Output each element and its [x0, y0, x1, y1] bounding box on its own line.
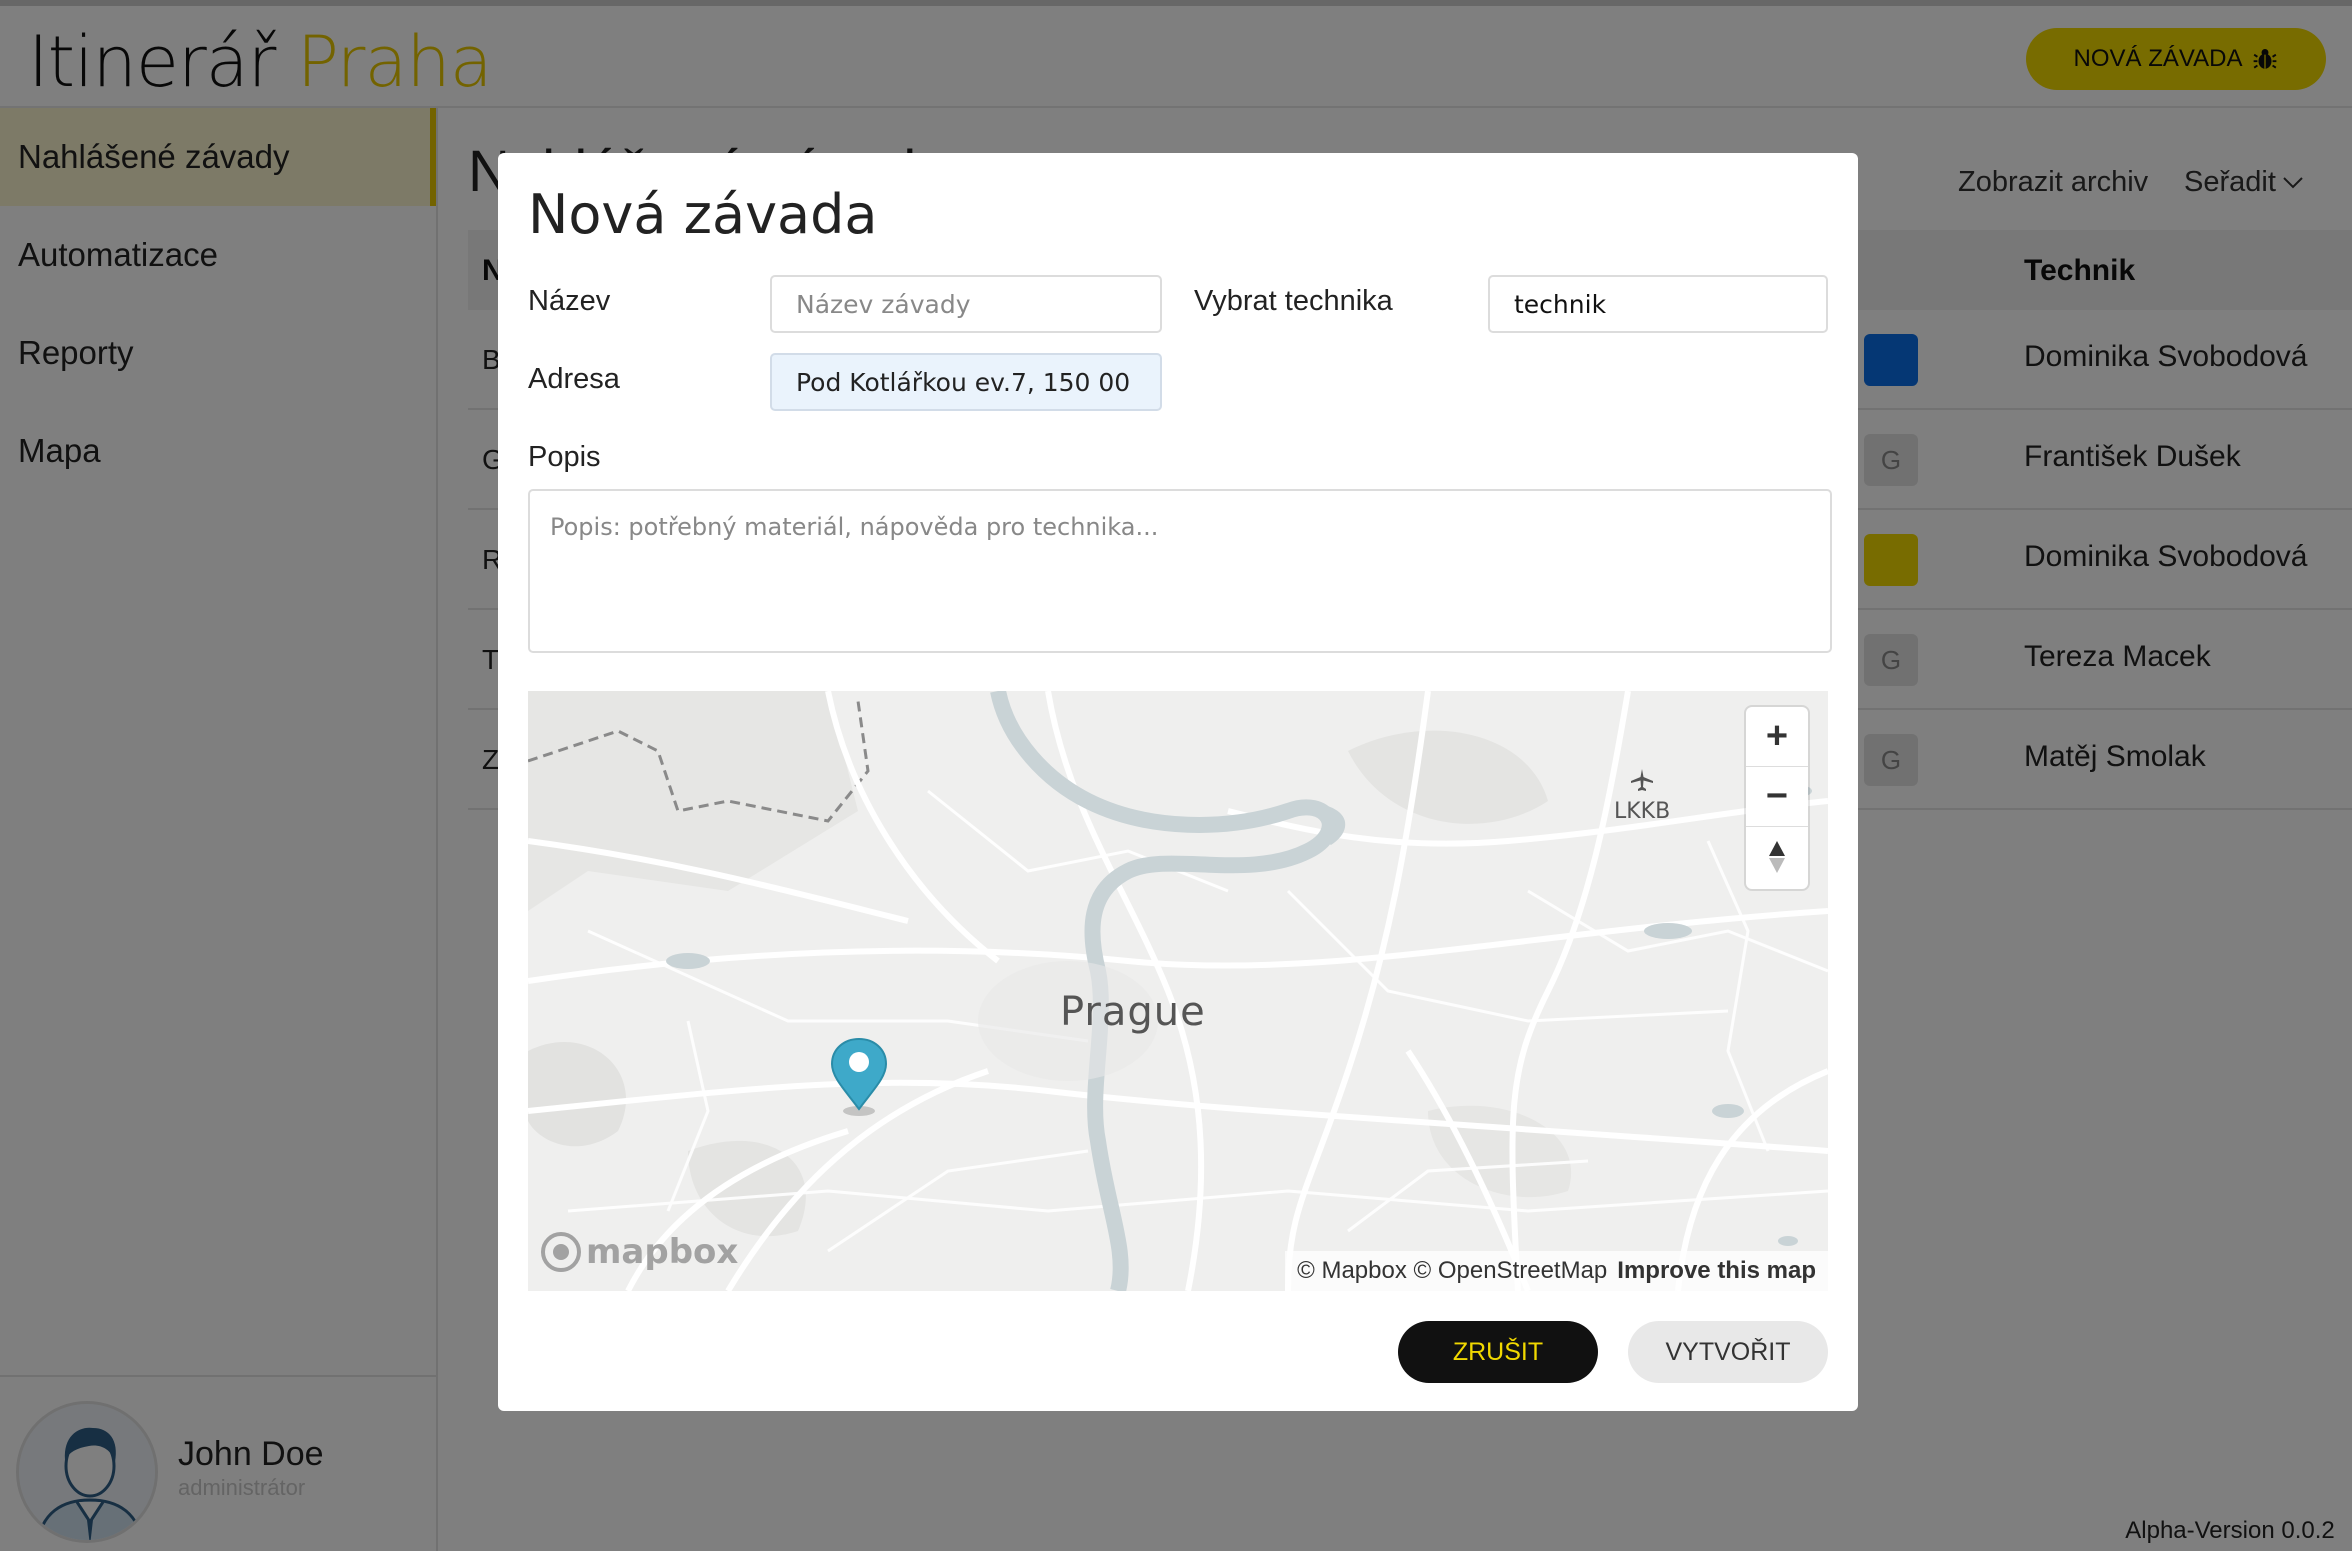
airplane-icon — [1631, 769, 1654, 791]
create-button[interactable]: VYTVOŘIT — [1628, 1321, 1828, 1383]
compass-button[interactable] — [1746, 827, 1808, 887]
name-label: Název — [528, 285, 611, 317]
mapbox-mark-icon — [541, 1232, 581, 1272]
zoom-in-button[interactable]: + — [1746, 707, 1808, 767]
technician-label: Vybrat technika — [1194, 285, 1393, 317]
address-label: Adresa — [528, 363, 620, 395]
mapbox-logo[interactable]: mapbox — [540, 1231, 738, 1273]
compass-icon — [1769, 841, 1785, 873]
map-attribution: © Mapbox © OpenStreetMap Improve this ma… — [1285, 1251, 1828, 1291]
map-city-label: Prague — [1060, 989, 1206, 1035]
airport-code: LKKB — [1614, 799, 1671, 824]
location-marker-icon[interactable] — [828, 1037, 890, 1117]
new-issue-modal: Nová závada Název Vybrat technika Adresa… — [498, 153, 1858, 1411]
zoom-out-button[interactable]: − — [1746, 767, 1808, 827]
improve-map-link[interactable]: Improve this map — [1617, 1257, 1816, 1285]
mapbox-logo-text: mapbox — [586, 1232, 739, 1272]
modal-title: Nová závada — [528, 183, 878, 246]
issue-name-input[interactable] — [770, 275, 1162, 333]
map-airport-label: LKKB — [1614, 767, 1670, 824]
description-textarea[interactable] — [528, 489, 1832, 653]
technician-select-input[interactable] — [1488, 275, 1828, 333]
cancel-button[interactable]: ZRUŠIT — [1398, 1321, 1598, 1383]
location-map[interactable]: Prague LKKB + − mapbox © Mapbox © OpenSt… — [528, 691, 1828, 1291]
address-input[interactable] — [770, 353, 1162, 411]
description-label: Popis — [528, 441, 601, 473]
attribution-text[interactable]: © Mapbox © OpenStreetMap — [1297, 1257, 1607, 1285]
map-controls: + − — [1746, 707, 1808, 889]
